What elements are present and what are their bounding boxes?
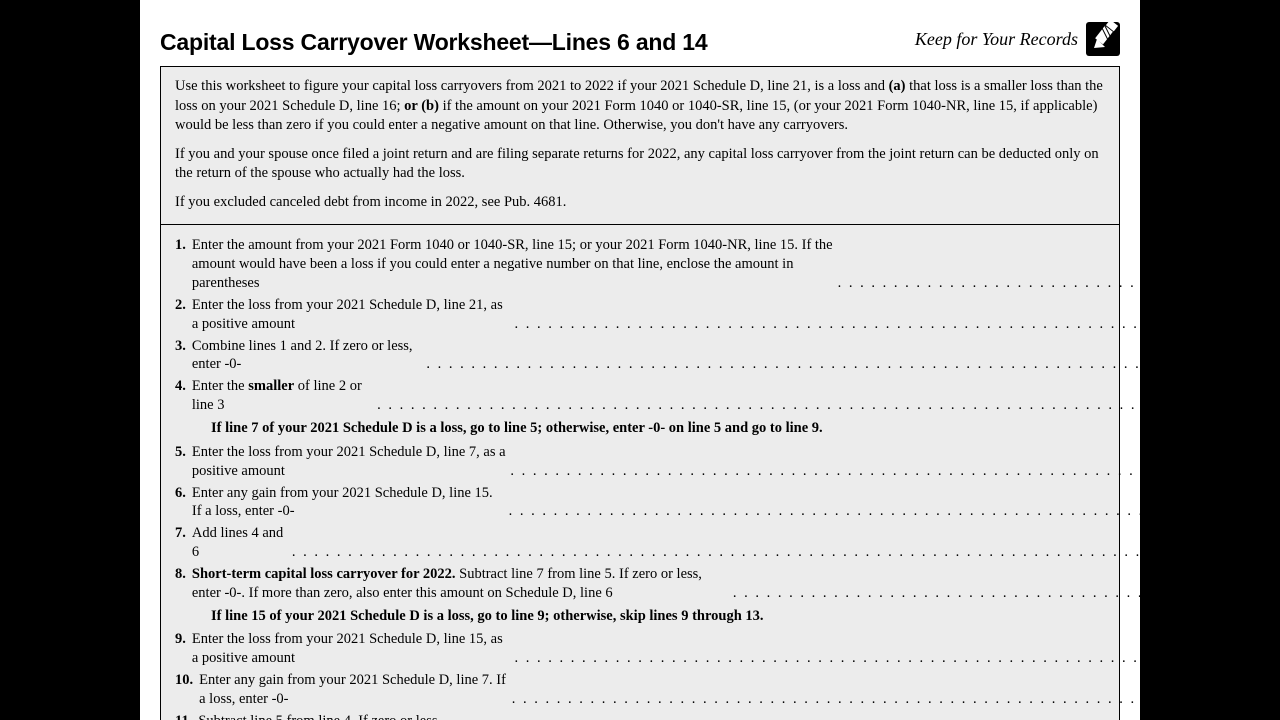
- keep-for-records: Keep for Your Records: [915, 22, 1120, 56]
- line-1: 1. Enter the amount from your 2021 Form …: [175, 235, 1105, 293]
- page-title: Capital Loss Carryover Worksheet—Lines 6…: [160, 29, 708, 56]
- intro-p3: If you excluded canceled debt from incom…: [175, 193, 1105, 213]
- pencil-icon: [1086, 22, 1120, 56]
- intro-p2: If you and your spouse once filed a join…: [175, 145, 1105, 184]
- line-3: 3. Combine lines 1 and 2. If zero or les…: [175, 336, 1105, 375]
- worksheet-box: Use this worksheet to figure your capita…: [160, 66, 1120, 720]
- line-9: 9. Enter the loss from your 2021 Schedul…: [175, 629, 1105, 668]
- line-11: 11. Subtract line 5 from line 4. If zero…: [175, 711, 1105, 720]
- line-8: 8. Short-term capital loss carryover for…: [175, 564, 1105, 603]
- header: Capital Loss Carryover Worksheet—Lines 6…: [160, 22, 1120, 56]
- keep-for-records-text: Keep for Your Records: [915, 29, 1078, 50]
- instruction-2: If line 15 of your 2021 Schedule D is a …: [211, 607, 1105, 626]
- line-5: 5. Enter the loss from your 2021 Schedul…: [175, 442, 1105, 481]
- intro-p1: Use this worksheet to figure your capita…: [175, 77, 1105, 136]
- line-2: 2. Enter the loss from your 2021 Schedul…: [175, 295, 1105, 334]
- line-6: 6. Enter any gain from your 2021 Schedul…: [175, 483, 1105, 522]
- instruction-1: If line 7 of your 2021 Schedule D is a l…: [211, 419, 1105, 438]
- intro-text: Use this worksheet to figure your capita…: [161, 67, 1119, 224]
- worksheet-lines: 1. Enter the amount from your 2021 Form …: [161, 224, 1119, 720]
- line-10: 10. Enter any gain from your 2021 Schedu…: [175, 670, 1105, 709]
- line-7: 7. Add lines 4 and 6 . . . . . . . . . .…: [175, 523, 1105, 562]
- line-4: 4. Enter the smaller of line 2 or line 3…: [175, 376, 1105, 415]
